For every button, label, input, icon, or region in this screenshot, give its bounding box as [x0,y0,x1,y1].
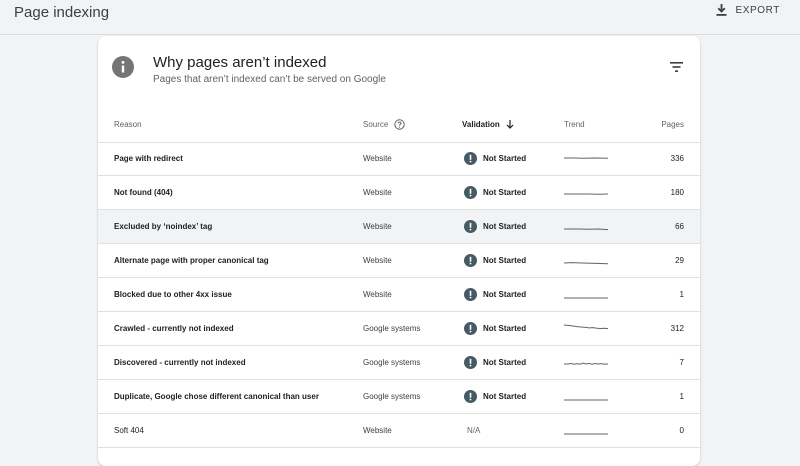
row-source: Website [363,244,392,277]
row-reason: Page with redirect [114,142,183,175]
alert-icon [464,254,477,267]
indexing-reasons-card: Why pages aren’t indexed Pages that aren… [98,36,700,466]
row-validation: Not Started [464,210,526,243]
table-row[interactable]: Soft 404 Website N/A 0 [98,414,700,448]
trend-sparkline [564,346,608,379]
filter-icon[interactable] [670,62,683,72]
alert-icon [464,322,477,335]
row-validation: Not Started [464,176,526,209]
alert-icon [464,152,477,165]
row-reason: Discovered - currently not indexed [114,346,246,379]
arrow-down-icon [506,120,514,129]
trend-sparkline [564,244,608,277]
help-icon[interactable] [394,119,405,130]
row-reason: Not found (404) [114,176,173,209]
trend-sparkline [564,312,608,345]
row-pages: 1 [680,278,684,311]
row-validation: Not Started [464,244,526,277]
row-pages: 180 [671,176,684,209]
row-pages: 1 [680,380,684,413]
row-source: Google systems [363,380,420,413]
table-body: Page with redirect Website Not Started 3… [98,142,700,448]
row-validation: Not Started [464,346,526,379]
table-row[interactable]: Crawled - currently not indexed Google s… [98,312,700,346]
row-source: Website [363,210,392,243]
row-validation: N/A [467,414,480,447]
column-source[interactable]: Source [363,106,405,142]
card-subtitle: Pages that aren’t indexed can’t be serve… [153,74,386,85]
page-title: Page indexing [14,4,109,21]
alert-icon [464,288,477,301]
trend-sparkline [564,176,608,209]
table-row[interactable]: Discovered - currently not indexed Googl… [98,346,700,380]
row-validation: Not Started [464,380,526,413]
column-trend: Trend [564,106,585,142]
row-pages: 312 [671,312,684,345]
row-source: Website [363,414,392,447]
column-validation[interactable]: Validation [462,106,514,142]
row-pages: 29 [675,244,684,277]
table-row[interactable]: Alternate page with proper canonical tag… [98,244,700,278]
table-row[interactable]: Excluded by ‘noindex’ tag Website Not St… [98,210,700,244]
table-row[interactable]: Not found (404) Website Not Started 180 [98,176,700,210]
table-row[interactable]: Duplicate, Google chose different canoni… [98,380,700,414]
row-source: Website [363,176,392,209]
trend-sparkline [564,278,608,311]
row-validation: Not Started [464,142,526,175]
alert-icon [464,220,477,233]
table-row[interactable]: Page with redirect Website Not Started 3… [98,142,700,176]
row-validation: Not Started [464,312,526,345]
download-icon [716,4,727,16]
trend-sparkline [564,142,608,175]
row-validation: Not Started [464,278,526,311]
row-pages: 66 [675,210,684,243]
row-pages: 7 [680,346,684,379]
export-label: EXPORT [735,5,780,16]
alert-icon [464,356,477,369]
row-reason: Crawled - currently not indexed [114,312,234,345]
row-pages: 0 [680,414,684,447]
top-bar: Page indexing EXPORT [0,0,800,35]
export-button[interactable]: EXPORT [716,4,780,16]
column-reason[interactable]: Reason [114,106,142,142]
row-pages: 336 [671,142,684,175]
column-pages[interactable]: Pages [661,106,684,142]
card-header: Why pages aren’t indexed Pages that aren… [98,36,700,106]
row-source: Website [363,278,392,311]
row-source: Google systems [363,346,420,379]
trend-sparkline [564,210,608,243]
table-row[interactable]: Blocked due to other 4xx issue Website N… [98,278,700,312]
table-header: Reason Source Validation Trend Pages [98,106,700,143]
row-source: Website [363,142,392,175]
row-source: Google systems [363,312,420,345]
trend-sparkline [564,414,608,447]
row-reason: Duplicate, Google chose different canoni… [114,380,319,413]
info-icon [112,56,134,78]
row-reason: Soft 404 [114,414,144,447]
alert-icon [464,390,477,403]
card-title: Why pages aren’t indexed [153,54,326,71]
alert-icon [464,186,477,199]
row-reason: Blocked due to other 4xx issue [114,278,232,311]
trend-sparkline [564,380,608,413]
row-reason: Excluded by ‘noindex’ tag [114,210,212,243]
row-reason: Alternate page with proper canonical tag [114,244,269,277]
